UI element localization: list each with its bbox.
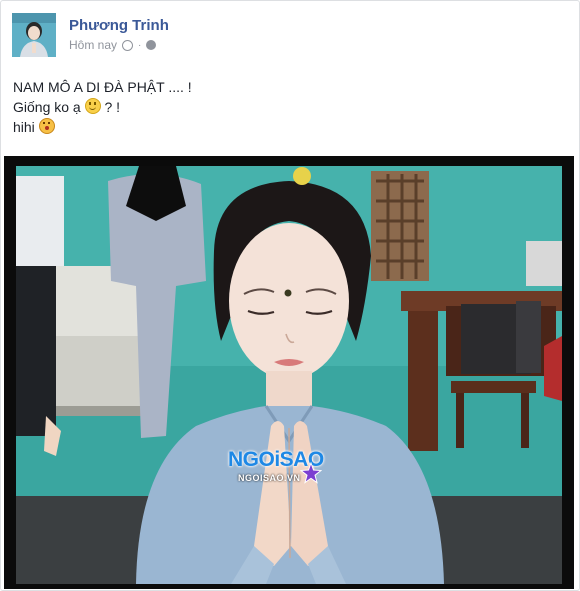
post-meta: Hôm nay · — [69, 38, 157, 52]
post-line-1: NAM MÔ A DI ĐÀ PHẬT .... ! — [13, 79, 192, 95]
clock-icon — [122, 39, 134, 51]
smile-emoji-icon — [84, 98, 101, 114]
post-line-2: Giống ko ạ ? ! — [13, 98, 121, 115]
post-photo-frame[interactable]: NGOiSAO NGOISAO.VN — [4, 156, 574, 589]
photo-scene — [16, 166, 562, 584]
avatar[interactable] — [12, 13, 56, 57]
globe-icon[interactable] — [146, 40, 157, 50]
star-icon — [300, 462, 322, 484]
avatar-image — [12, 13, 56, 57]
post-text: NAM MÔ A DI ĐÀ PHẬT .... ! Giống ko ạ ? … — [13, 77, 192, 137]
facebook-post: Phương Trinh Hôm nay · NAM MÔ A DI ĐÀ PH… — [0, 0, 580, 591]
watermark-site: NGOISAO.VN — [238, 473, 301, 483]
post-photo: NGOiSAO NGOISAO.VN — [16, 166, 562, 584]
author-name-link[interactable]: Phương Trinh — [69, 17, 169, 34]
surprised-emoji-icon — [38, 118, 55, 134]
post-line-3: hihi — [13, 117, 192, 137]
post-time[interactable]: Hôm nay — [69, 38, 117, 52]
